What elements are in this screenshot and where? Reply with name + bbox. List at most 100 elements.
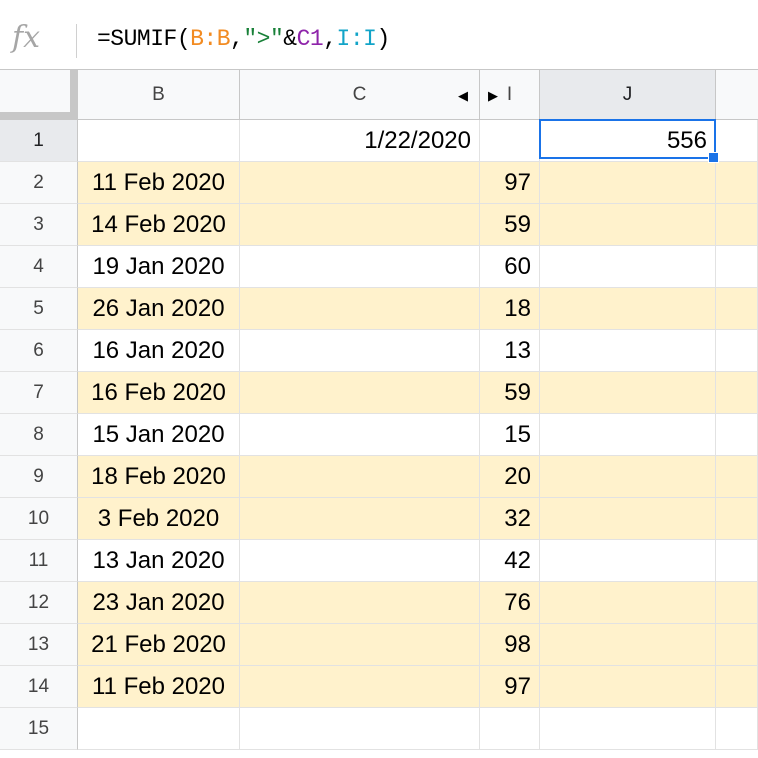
cell-c6[interactable] (240, 330, 480, 372)
cell-i5[interactable]: 18 (480, 288, 540, 330)
cell-b14[interactable]: 11 Feb 2020 (78, 666, 240, 708)
cell-k11[interactable] (716, 540, 758, 582)
cell-c9[interactable] (240, 456, 480, 498)
column-header-k[interactable] (716, 70, 758, 120)
row-header-15[interactable]: 15 (0, 708, 78, 750)
row-header-4[interactable]: 4 (0, 246, 78, 288)
row-header-5[interactable]: 5 (0, 288, 78, 330)
cell-j8[interactable] (540, 414, 716, 456)
cell-k10[interactable] (716, 498, 758, 540)
cell-j5[interactable] (540, 288, 716, 330)
cell-k15[interactable] (716, 708, 758, 750)
cell-j2[interactable] (540, 162, 716, 204)
cell-c5[interactable] (240, 288, 480, 330)
hidden-columns-left-arrow-icon[interactable]: ◀ (458, 88, 468, 104)
cell-k5[interactable] (716, 288, 758, 330)
cell-j6[interactable] (540, 330, 716, 372)
row-header-13[interactable]: 13 (0, 624, 78, 666)
cell-k6[interactable] (716, 330, 758, 372)
cell-k2[interactable] (716, 162, 758, 204)
cell-i6[interactable]: 13 (480, 330, 540, 372)
cell-b2[interactable]: 11 Feb 2020 (78, 162, 240, 204)
cell-b15[interactable] (78, 708, 240, 750)
cell-c11[interactable] (240, 540, 480, 582)
cell-b4[interactable]: 19 Jan 2020 (78, 246, 240, 288)
cell-b7[interactable]: 16 Feb 2020 (78, 372, 240, 414)
row-header-1[interactable]: 1 (0, 120, 78, 162)
cell-k8[interactable] (716, 414, 758, 456)
cell-c12[interactable] (240, 582, 480, 624)
cell-i3[interactable]: 59 (480, 204, 540, 246)
formula-bar: fx =SUMIF(B:B,">"&C1,I:I) (0, 0, 758, 70)
fx-icon: fx (12, 20, 41, 55)
cell-j10[interactable] (540, 498, 716, 540)
row-header-8[interactable]: 8 (0, 414, 78, 456)
row-header-9[interactable]: 9 (0, 456, 78, 498)
column-header-c[interactable]: C (240, 70, 480, 120)
cell-j3[interactable] (540, 204, 716, 246)
cell-b10[interactable]: 3 Feb 2020 (78, 498, 240, 540)
cell-i14[interactable]: 97 (480, 666, 540, 708)
cell-b12[interactable]: 23 Jan 2020 (78, 582, 240, 624)
formula-input[interactable]: =SUMIF(B:B,">"&C1,I:I) (97, 24, 390, 54)
freeze-row-handle[interactable] (0, 112, 78, 120)
cell-b9[interactable]: 18 Feb 2020 (78, 456, 240, 498)
cell-k13[interactable] (716, 624, 758, 666)
cell-i13[interactable]: 98 (480, 624, 540, 666)
cell-j4[interactable] (540, 246, 716, 288)
row-header-11[interactable]: 11 (0, 540, 78, 582)
cell-i1[interactable] (480, 120, 540, 162)
cell-c7[interactable] (240, 372, 480, 414)
cell-i11[interactable]: 42 (480, 540, 540, 582)
cell-k14[interactable] (716, 666, 758, 708)
cell-i8[interactable]: 15 (480, 414, 540, 456)
cell-i15[interactable] (480, 708, 540, 750)
column-header-b[interactable]: B (78, 70, 240, 120)
cell-c10[interactable] (240, 498, 480, 540)
cell-c2[interactable] (240, 162, 480, 204)
row-header-2[interactable]: 2 (0, 162, 78, 204)
fill-handle[interactable] (708, 152, 719, 163)
hidden-columns-right-arrow-icon[interactable]: ▶ (488, 88, 498, 104)
cell-j11[interactable] (540, 540, 716, 582)
cell-k1[interactable] (716, 120, 758, 162)
cell-c13[interactable] (240, 624, 480, 666)
cell-c8[interactable] (240, 414, 480, 456)
cell-k12[interactable] (716, 582, 758, 624)
cell-k9[interactable] (716, 456, 758, 498)
cell-i10[interactable]: 32 (480, 498, 540, 540)
column-header-j[interactable]: J (540, 70, 716, 120)
cell-j14[interactable] (540, 666, 716, 708)
cell-j12[interactable] (540, 582, 716, 624)
cell-b1[interactable] (78, 120, 240, 162)
cell-c4[interactable] (240, 246, 480, 288)
row-header-7[interactable]: 7 (0, 372, 78, 414)
cell-i2[interactable]: 97 (480, 162, 540, 204)
cell-c3[interactable] (240, 204, 480, 246)
cell-i9[interactable]: 20 (480, 456, 540, 498)
cell-j13[interactable] (540, 624, 716, 666)
cell-c1[interactable]: 1/22/2020 (240, 120, 480, 162)
cell-b5[interactable]: 26 Jan 2020 (78, 288, 240, 330)
cell-k4[interactable] (716, 246, 758, 288)
cell-b11[interactable]: 13 Jan 2020 (78, 540, 240, 582)
cell-i7[interactable]: 59 (480, 372, 540, 414)
cell-b3[interactable]: 14 Feb 2020 (78, 204, 240, 246)
cell-b6[interactable]: 16 Jan 2020 (78, 330, 240, 372)
cell-c14[interactable] (240, 666, 480, 708)
cell-k3[interactable] (716, 204, 758, 246)
cell-c15[interactable] (240, 708, 480, 750)
cell-j15[interactable] (540, 708, 716, 750)
cell-i4[interactable]: 60 (480, 246, 540, 288)
row-header-14[interactable]: 14 (0, 666, 78, 708)
cell-k7[interactable] (716, 372, 758, 414)
cell-b13[interactable]: 21 Feb 2020 (78, 624, 240, 666)
cell-j9[interactable] (540, 456, 716, 498)
row-header-10[interactable]: 10 (0, 498, 78, 540)
cell-j7[interactable] (540, 372, 716, 414)
cell-b8[interactable]: 15 Jan 2020 (78, 414, 240, 456)
cell-i12[interactable]: 76 (480, 582, 540, 624)
row-header-3[interactable]: 3 (0, 204, 78, 246)
row-header-12[interactable]: 12 (0, 582, 78, 624)
row-header-6[interactable]: 6 (0, 330, 78, 372)
